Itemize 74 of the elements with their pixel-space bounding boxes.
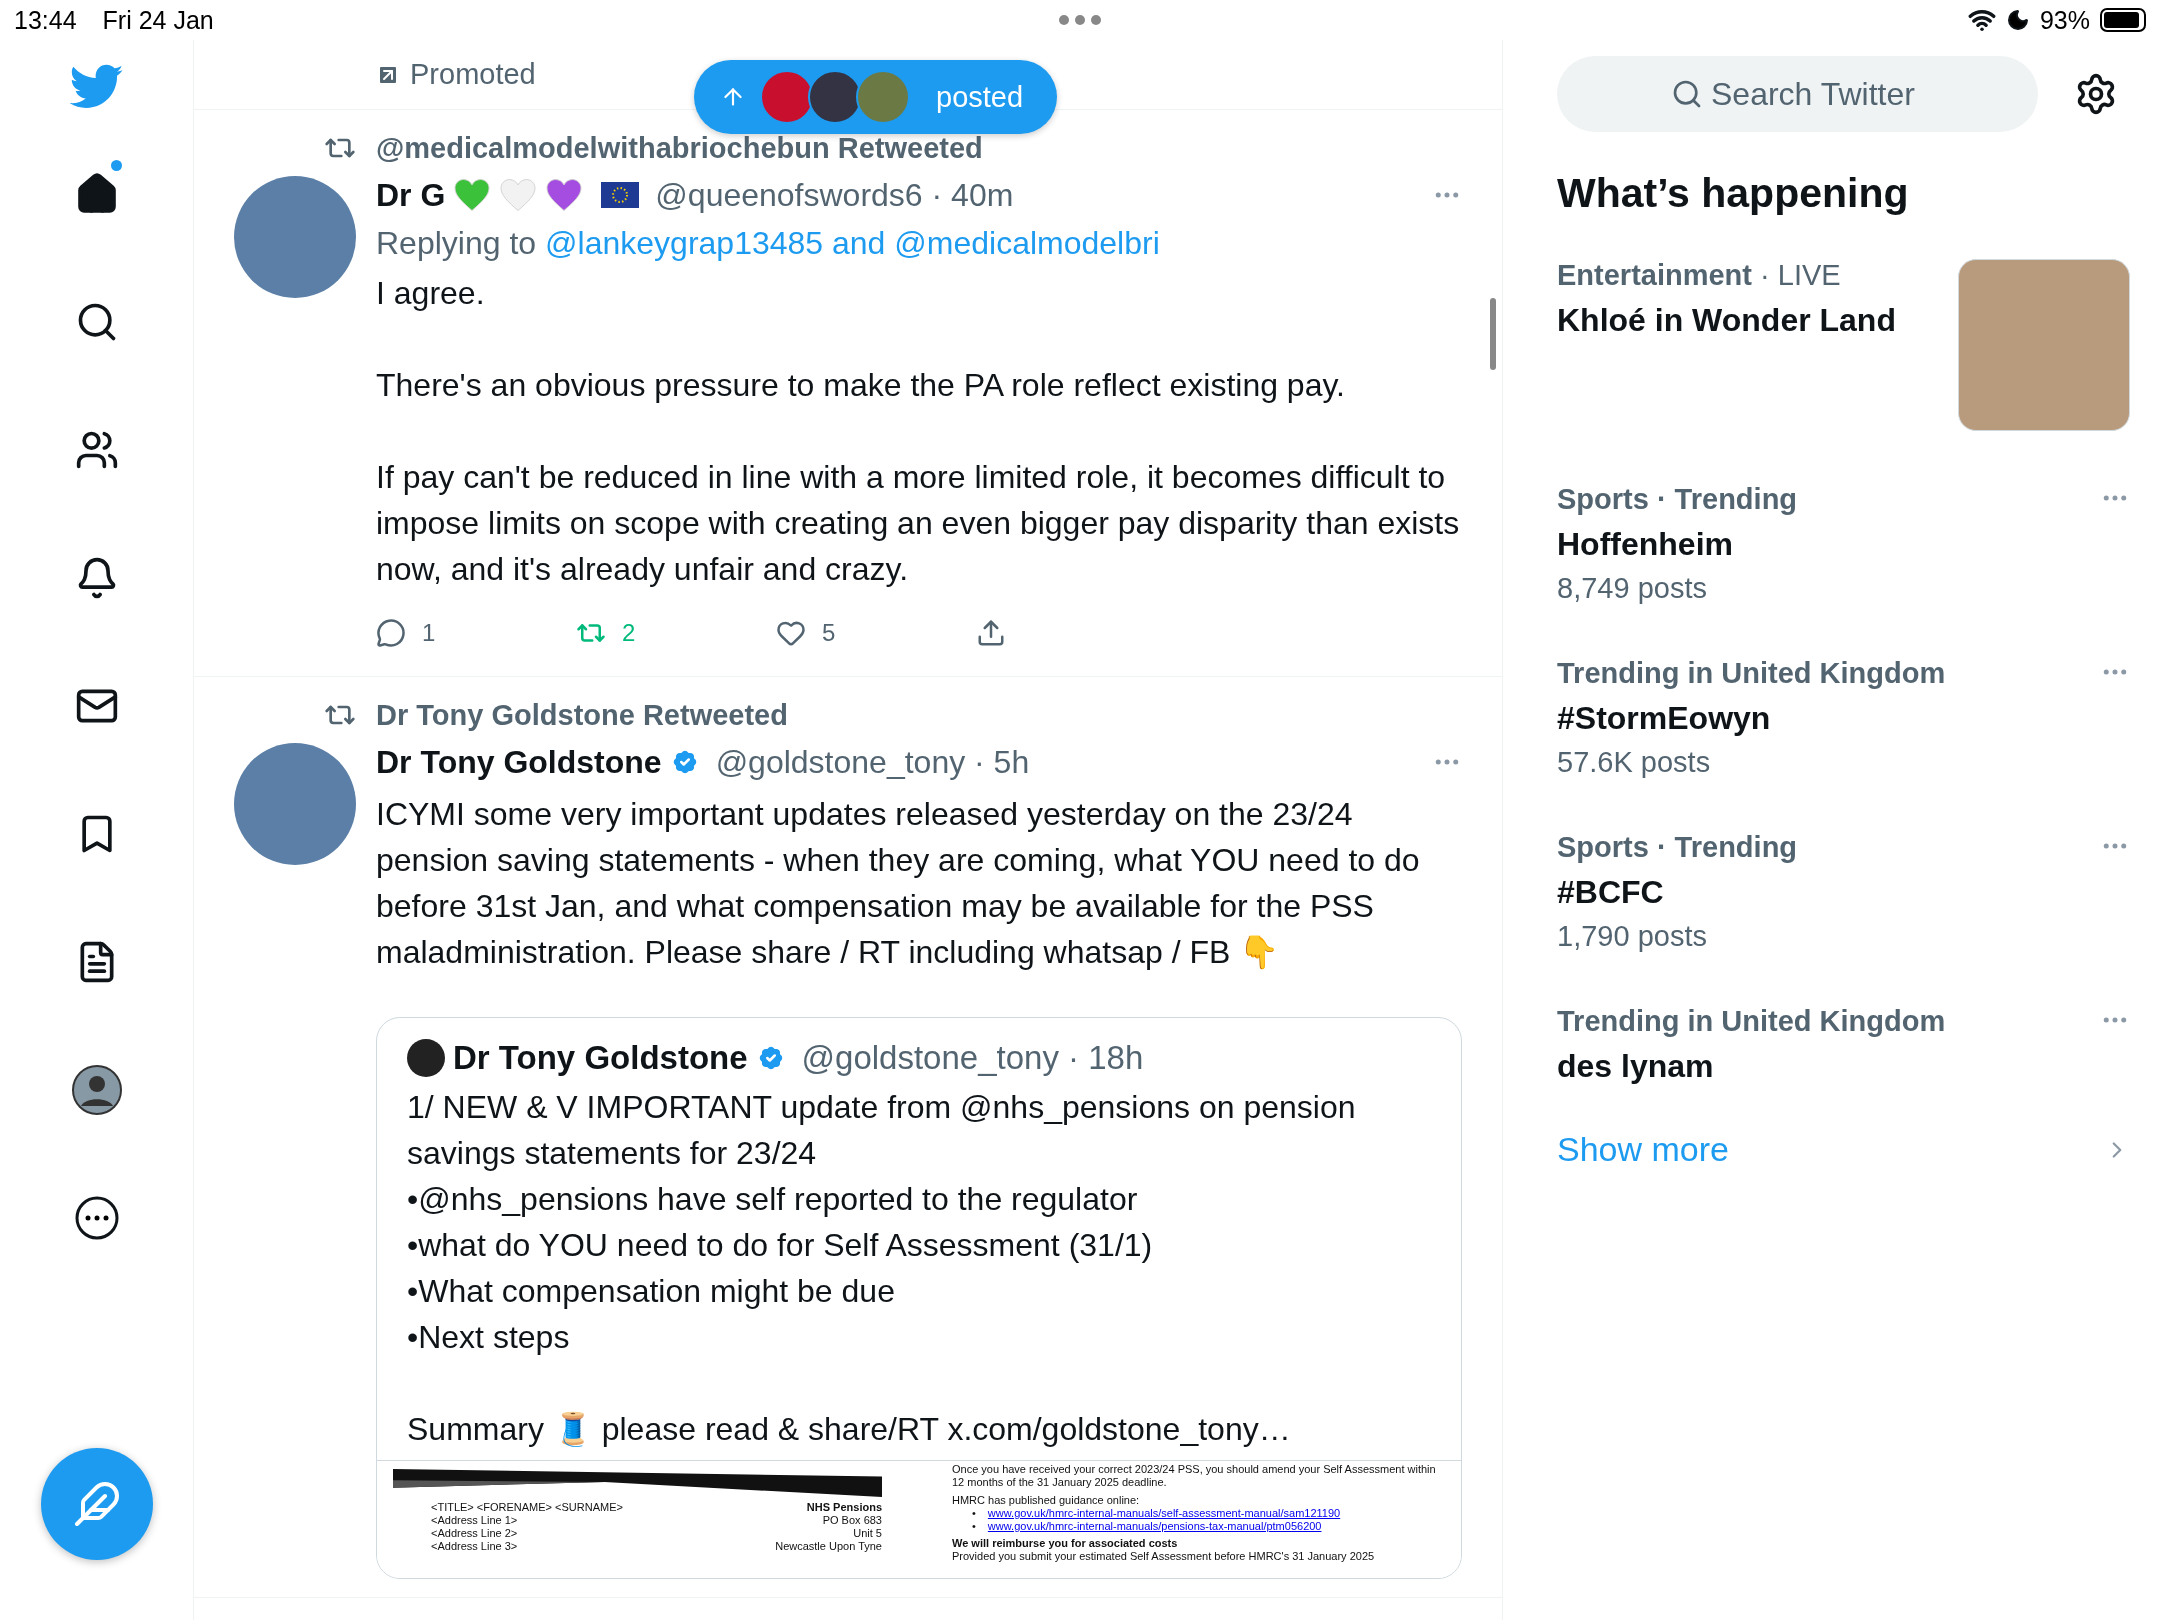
address-line: PO Box 683 [821,1514,882,1527]
tweet-text: If pay can't be reduced in line with a more limited role, it becomes difficult to impose limits on scope with creating an even bigger pay disparity than exists now, and it's already unfair and crazy. [376,458,1461,589]
post-count: 8,749 posts [1557,572,1708,605]
author-name[interactable]: Dr G [376,176,446,214]
promoted-label: Promoted [410,58,536,91]
reply-icon [376,618,406,648]
trend-category: Entertainment · LIVE [1557,259,1842,292]
section-heading: What’s happening [1557,170,1910,217]
search-field[interactable]: Search Twitter [1557,56,2038,132]
replying-label: Replying to [376,224,537,263]
bullet: • [972,1507,976,1520]
document-heading: We will reimburse you for associated costs [952,1537,1179,1550]
trend-title: #StormEowyn [1557,699,1772,738]
author-handle: @goldstone_tony · 18h [801,1039,1144,1077]
multitasking-dots-icon[interactable] [1058,14,1102,26]
trend-category: Trending in United Kingdom [1557,1005,1946,1038]
address-line: <Address Line 3> [431,1540,519,1553]
trend-category: Sports · Trending [1557,831,1798,864]
compose-button[interactable] [40,1448,153,1560]
status-time: 13:44 [14,5,77,35]
author-handle: @queenofswords6 · 40m [655,176,1014,214]
trend-title: Khloé in Wonder Land [1557,301,1896,340]
document-text: Provided you submit your estimated Self Assessment before HMRC's 31 January 2025 [952,1550,1376,1563]
trend-title: Hoffenheim [1557,525,1734,564]
moon-icon [2005,8,2030,32]
avatar-placeholder [407,1039,445,1077]
quote-text: •Next steps [407,1318,571,1357]
reply-button[interactable]: 1 [376,618,576,648]
status-date: Fri 24 Jan [102,5,214,35]
trend-category: Trending in United Kingdom [1557,657,1946,690]
quote-text: •What compensation might be due [407,1272,896,1311]
address-line: <Address Line 2> [431,1527,519,1540]
bullet: • [972,1520,976,1533]
address-line: Newcastle Upon Tyne [775,1540,882,1553]
retweeted-by: @medicalmodelwithabriochebun Retweeted [376,131,984,165]
feather-icon [72,1480,121,1528]
trend-title: des lynam [1557,1047,1715,1086]
trend-category: Sports · Trending [1557,483,1798,516]
document-text: Once you have received your correct 2023/24 PSS, you should amend your Self Assessment within 12 months of the 31 January 2025 deadline. [952,1463,1437,1489]
document-image[interactable] [377,1460,1461,1578]
quote-text: •what do YOU need to do for Self Assessment (31/1) [407,1226,1154,1265]
trend-item[interactable]: Trending in United Kingdom des lynam [1557,985,2130,1120]
trend-item[interactable]: Sports · Trending Hoffenheim 8,749 posts [1557,463,2130,637]
author-name[interactable]: Dr Tony Goldstone [376,743,662,781]
address-line: <Address Line 1> [431,1514,519,1527]
retweeted-by: Dr Tony Goldstone Retweeted [376,698,789,732]
quote-text: •@nhs_pensions have self reported to the regulator [407,1180,1139,1219]
address-line: <TITLE> <FORENAME> <SURNAME> [431,1501,623,1514]
author-name: Dr Tony Goldstone [453,1039,748,1077]
document-link: www.gov.uk/hmrc-internal-manuals/pensions-tax-manual/ptm056200 [987,1520,1322,1533]
battery-level: 93% [2039,5,2090,35]
quoted-tweet[interactable] [376,1017,1462,1579]
sender-name: NHS Pensions [805,1501,882,1514]
flag-icon [601,182,640,208]
tweet-text: I agree. [376,274,486,313]
trend-item[interactable]: Entertainment · LIVE Khloé in Wonder Land [1557,239,2130,463]
quote-text: Summary 🧵 please read & share/RT x.com/goldstone_tony… [407,1410,1292,1449]
battery-icon [2100,8,2146,32]
post-count: 1,790 posts [1557,920,1708,953]
trend-item[interactable]: Sports · Trending #BCFC 1,790 posts [1557,811,2130,985]
search-icon [1671,78,1703,110]
document-text: HMRC has published guidance online: [952,1494,1141,1507]
document-link: www.gov.uk/hmrc-internal-manuals/self-assessment-manual/sam121190 [987,1507,1341,1520]
quote-text: 1/ NEW & V IMPORTANT update from @nhs_pensions on pension savings statements for 23/24 [407,1088,1357,1173]
trend-title: #BCFC [1557,873,1665,912]
like-button[interactable]: 5 [776,618,976,648]
post-count: 57.6K posts [1557,746,1712,779]
trend-item[interactable]: Trending in United Kingdom #StormEowyn 57.6K posts [1557,637,2130,811]
bird-logo[interactable] [69,64,124,110]
share-icon [976,618,1006,648]
author-handle: @goldstone_tony · 5h [715,743,1030,781]
address-line: Unit 5 [852,1527,882,1540]
tweet-text: ICYMI some very important updates released yesterday on the 23/24 pension saving statements - when they are coming, what YOU need to do before 31st Jan, and what compensation may be available for the PSS maladministration. Please share / RT including whatsap / FB 👇 [376,795,1421,972]
tweet-text: There's an obvious pressure to make the PA role reflect existing pay. [376,366,1346,405]
